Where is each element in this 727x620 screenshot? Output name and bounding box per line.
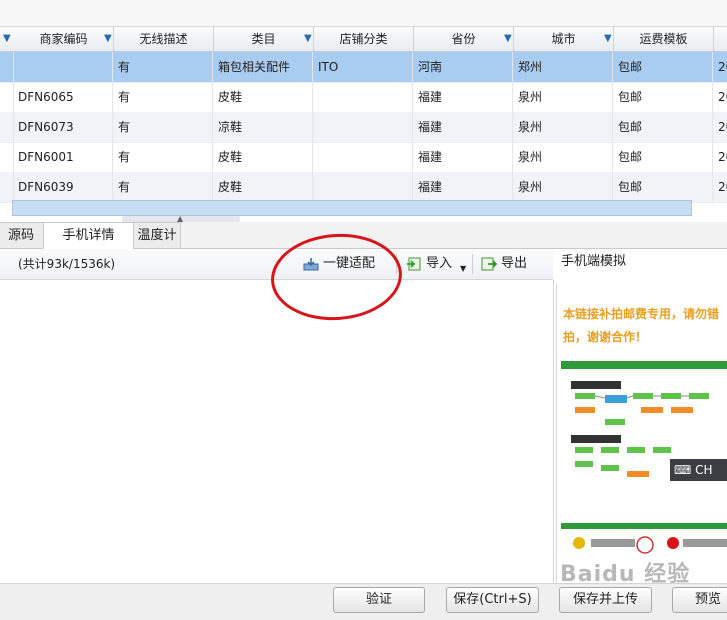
- row-indicator[interactable]: [0, 52, 14, 82]
- import-label: 导入: [426, 256, 453, 271]
- table-cell[interactable]: DFN6001: [14, 142, 113, 172]
- row-indicator[interactable]: [0, 112, 14, 142]
- export-label: 导出: [501, 256, 528, 271]
- table-cell[interactable]: 包邮: [614, 142, 713, 172]
- table-cell[interactable]: 包邮: [614, 82, 713, 112]
- table-cell[interactable]: 皮鞋: [214, 142, 313, 172]
- row-indicator[interactable]: [0, 82, 14, 112]
- table-cell[interactable]: DFN6039: [14, 172, 113, 202]
- col-header-province[interactable]: 省份: [414, 27, 514, 51]
- table-cell[interactable]: [314, 112, 413, 142]
- preview-button[interactable]: 预览: [672, 587, 727, 613]
- col-header-code[interactable]: 商家编码: [14, 27, 114, 51]
- input-method-label: CH: [695, 463, 713, 477]
- table-cell[interactable]: 泉州: [514, 172, 613, 202]
- table-cell[interactable]: 箱包相关配件: [214, 52, 313, 82]
- row-indicator[interactable]: [0, 172, 14, 202]
- table-cell[interactable]: [314, 142, 413, 172]
- col-header-wireless[interactable]: 无线描述: [114, 27, 214, 51]
- table-cell[interactable]: 有: [114, 172, 213, 202]
- table-row[interactable]: DFN6039有皮鞋 福建泉州包邮20: [0, 172, 727, 203]
- table-cell[interactable]: 皮鞋: [214, 172, 313, 202]
- table-cell[interactable]: 河南: [414, 52, 513, 82]
- table-cell[interactable]: ITO: [314, 52, 413, 82]
- table-cell[interactable]: 包邮: [614, 52, 713, 82]
- bottom-action-bar: 验证 保存(Ctrl+S) 保存并上传 预览: [0, 583, 727, 620]
- input-method-bar[interactable]: ⌨ CH: [670, 459, 727, 481]
- mobile-preview-title: 手机端模拟: [561, 254, 627, 269]
- table-cell[interactable]: 包邮: [614, 172, 713, 202]
- table-cell[interactable]: 有: [114, 142, 213, 172]
- notice-line-2: 拍，谢谢合作！: [563, 330, 648, 344]
- table-cell[interactable]: 福建: [414, 112, 513, 142]
- table-cell[interactable]: 福建: [414, 82, 513, 112]
- mobile-preview-screen[interactable]: 本链接补拍邮费专用，请勿错 拍，谢谢合作！ ⌨ CH: [556, 283, 727, 583]
- save-button[interactable]: 保存(Ctrl+S): [446, 587, 539, 613]
- col-header-city[interactable]: 城市: [514, 27, 614, 51]
- notice-line-1: 本链接补拍邮费专用，请勿错: [563, 307, 720, 321]
- filter-icon[interactable]: ▼: [604, 27, 612, 51]
- table-cell[interactable]: 皮鞋: [214, 82, 313, 112]
- filter-icon[interactable]: ▼: [504, 27, 512, 51]
- table-cell[interactable]: 有: [114, 52, 213, 82]
- import-icon: [407, 257, 421, 271]
- horizontal-scrollbar[interactable]: [12, 200, 692, 216]
- col-header-shipping[interactable]: 运费模板: [614, 27, 714, 51]
- verify-button[interactable]: 验证: [333, 587, 425, 613]
- import-button[interactable]: 导入 ▼: [406, 251, 466, 277]
- table-cell[interactable]: 20: [714, 82, 727, 112]
- table-row[interactable]: DFN6065有皮鞋 福建泉州包邮20: [0, 82, 727, 113]
- table-cell[interactable]: 泉州: [514, 112, 613, 142]
- table-cell[interactable]: 福建: [414, 172, 513, 202]
- table-cell[interactable]: 福建: [414, 142, 513, 172]
- row-indicator[interactable]: [0, 142, 14, 172]
- table-cell[interactable]: 有: [114, 112, 213, 142]
- grid-header: ▼ 商家编码 ▼ 无线描述 类目 ▼ 店铺分类 省份 ▼ 城市 ▼ 运费模板: [0, 27, 727, 52]
- table-cell[interactable]: 20: [714, 142, 727, 172]
- table-cell[interactable]: DFN6073: [14, 112, 113, 142]
- table-cell[interactable]: 包邮: [614, 112, 713, 142]
- table-cell[interactable]: DFN6065: [14, 82, 113, 112]
- product-grid: ▼ 商家编码 ▼ 无线描述 类目 ▼ 店铺分类 省份 ▼ 城市 ▼ 运费模板 有…: [0, 27, 727, 217]
- filter-icon[interactable]: ▼: [3, 27, 11, 51]
- col-header-shop-category[interactable]: 店铺分类: [314, 27, 414, 51]
- save-upload-button[interactable]: 保存并上传: [559, 587, 652, 613]
- window-top-strip: [0, 0, 727, 27]
- filter-icon[interactable]: ▼: [304, 27, 312, 51]
- table-cell[interactable]: 郑州: [514, 52, 613, 82]
- toolbar-divider: [472, 254, 473, 274]
- export-icon: [481, 257, 497, 271]
- detail-editor[interactable]: [0, 280, 554, 583]
- filter-icon[interactable]: ▼: [104, 27, 112, 51]
- table-cell[interactable]: 泉州: [514, 142, 613, 172]
- table-cell[interactable]: [14, 52, 113, 82]
- dropdown-arrow-icon[interactable]: ▼: [460, 256, 466, 282]
- table-cell[interactable]: 20: [714, 172, 727, 202]
- table-row[interactable]: 有箱包相关配件ITO河南郑州包邮20: [0, 52, 727, 83]
- size-info: (共计93k/1536k): [18, 257, 116, 271]
- table-cell[interactable]: 20: [714, 112, 727, 142]
- keyboard-icon: ⌨: [674, 463, 692, 477]
- tab-thermometer[interactable]: 温度计: [133, 222, 181, 249]
- table-cell[interactable]: 20: [714, 52, 727, 82]
- table-cell[interactable]: 泉州: [514, 82, 613, 112]
- export-button[interactable]: 导出: [481, 251, 527, 277]
- table-row[interactable]: DFN6073有凉鞋 福建泉州包邮20: [0, 112, 727, 143]
- tab-source[interactable]: 源码: [0, 222, 44, 249]
- table-cell[interactable]: [314, 82, 413, 112]
- table-cell[interactable]: 凉鞋: [214, 112, 313, 142]
- shipping-notice: 本链接补拍邮费专用，请勿错 拍，谢谢合作！: [563, 303, 727, 349]
- table-cell[interactable]: 有: [114, 82, 213, 112]
- tab-mobile-detail[interactable]: 手机详情: [43, 222, 134, 249]
- col-header-category[interactable]: 类目: [214, 27, 314, 51]
- table-cell[interactable]: [314, 172, 413, 202]
- table-row[interactable]: DFN6001有皮鞋 福建泉州包邮20: [0, 142, 727, 173]
